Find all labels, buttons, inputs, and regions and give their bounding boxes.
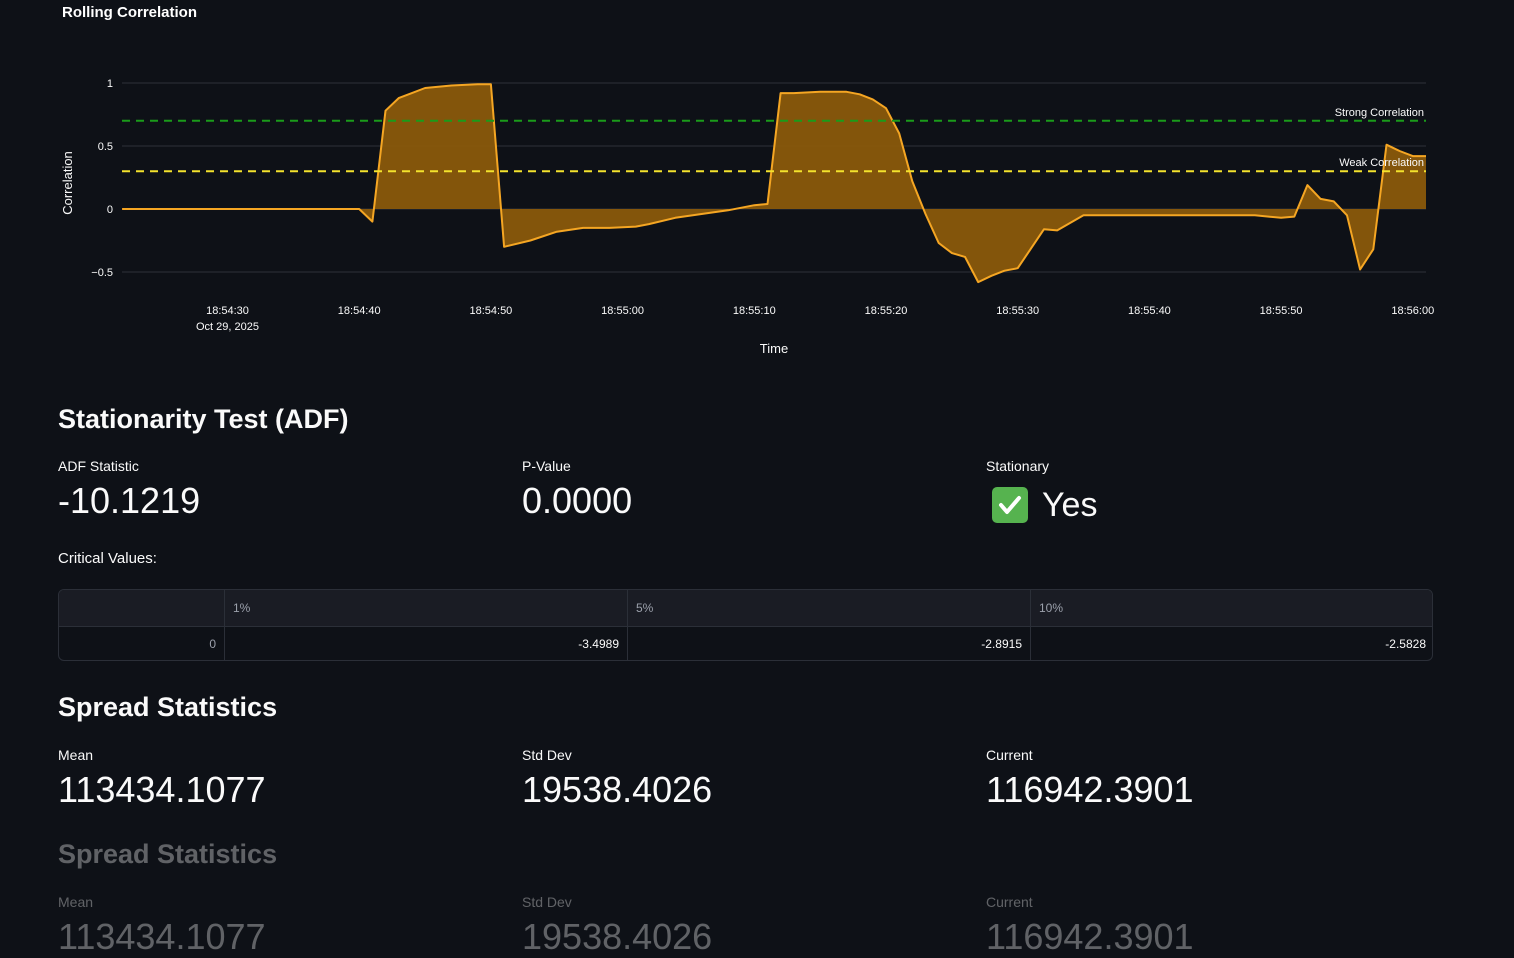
x-tick-label: 18:55:40 xyxy=(1128,305,1171,317)
adf-statistic-value: -10.1219 xyxy=(58,480,201,521)
spread-mean-label: Mean xyxy=(58,747,94,763)
x-tick-label: 18:56:00 xyxy=(1391,305,1434,317)
correlation-area xyxy=(122,84,1427,283)
spread-current-label: Current xyxy=(986,747,1033,763)
table-header-index xyxy=(59,590,224,626)
y-tick-label: −0.5 xyxy=(91,267,113,279)
stale-spread-current-label: Current xyxy=(986,894,1033,910)
adf-section-title: Stationarity Test (ADF) xyxy=(58,404,349,434)
x-tick-label: 18:55:50 xyxy=(1260,305,1303,317)
stale-spread-current-value: 116942.3901 xyxy=(986,916,1194,957)
y-tick-label: 0.5 xyxy=(98,141,113,153)
x-tick-label: 18:54:40 xyxy=(338,305,381,317)
x-tick-label: 18:55:30 xyxy=(996,305,1039,317)
critical-values-label: Critical Values: xyxy=(58,550,157,567)
table-header-5pct[interactable]: 5% xyxy=(627,590,1030,626)
spread-std-value: 19538.4026 xyxy=(522,769,713,810)
stale-spread-mean-value: 113434.1077 xyxy=(58,916,266,957)
rolling-correlation-chart[interactable]: 1 0.5 0 −0.5 18:54:30 18:54:40 18:54:50 18:55:0… xyxy=(0,0,1514,370)
table-cell-5pct: -2.8915 xyxy=(627,626,1030,660)
spread-mean-metric: Mean 113434.1077 xyxy=(58,747,498,811)
y-axis-title: Correlation xyxy=(60,151,75,215)
stationary-text: Yes xyxy=(1042,485,1098,524)
table-cell-index: 0 xyxy=(209,637,216,651)
stale-spread-mean-metric: Mean 113434.1077 xyxy=(58,894,498,958)
p-value-metric: P-Value 0.0000 xyxy=(522,458,962,522)
stationary-value: Yes xyxy=(986,482,1426,525)
x-axis-title: Time xyxy=(760,341,788,356)
table-header-1pct[interactable]: 1% xyxy=(224,590,627,626)
adf-statistic-label: ADF Statistic xyxy=(58,458,139,474)
critical-values-table[interactable]: 1% 5% 10% 0 -3.4989 -2.8915 -2.5828 xyxy=(58,589,1433,661)
spread-std-label: Std Dev xyxy=(522,747,572,763)
threshold-label: Strong Correlation xyxy=(1335,107,1424,119)
p-value-label: P-Value xyxy=(522,458,571,474)
x-tick-date-label: Oct 29, 2025 xyxy=(196,321,259,333)
stationary-label: Stationary xyxy=(986,458,1050,474)
stale-spread-title: Spread Statistics xyxy=(58,839,278,869)
y-tick-label: 0 xyxy=(107,204,113,216)
stale-spread-std-label: Std Dev xyxy=(522,894,572,910)
spread-std-metric: Std Dev 19538.4026 xyxy=(522,747,962,811)
x-tick-label: 18:54:30 xyxy=(206,305,249,317)
threshold-label: Weak Correlation xyxy=(1339,157,1424,169)
table-cell-10pct: -2.5828 xyxy=(1030,626,1432,660)
adf-statistic-metric: ADF Statistic -10.1219 xyxy=(58,458,498,522)
y-tick-label: 1 xyxy=(107,78,113,90)
x-tick-label: 18:55:20 xyxy=(865,305,908,317)
stale-spread-mean-label: Mean xyxy=(58,894,94,910)
table-header-row: 1% 5% 10% xyxy=(59,590,1432,627)
spread-current-metric: Current 116942.3901 xyxy=(986,747,1426,811)
table-row: 0 -3.4989 -2.8915 -2.5828 xyxy=(59,626,1432,660)
x-tick-label: 18:55:10 xyxy=(733,305,776,317)
spread-section-title: Spread Statistics xyxy=(58,692,278,722)
stationary-metric: Stationary Yes xyxy=(986,458,1426,525)
check-mark-button-icon xyxy=(992,487,1028,524)
table-header-10pct[interactable]: 10% xyxy=(1030,590,1432,626)
spread-mean-value: 113434.1077 xyxy=(58,769,266,810)
spread-current-value: 116942.3901 xyxy=(986,769,1194,810)
stale-spread-current-metric: Current 116942.3901 xyxy=(986,894,1426,958)
table-cell-1pct: -3.4989 xyxy=(224,626,627,660)
stale-spread-std-value: 19538.4026 xyxy=(522,916,713,957)
x-tick-label: 18:54:50 xyxy=(469,305,512,317)
x-tick-label: 18:55:00 xyxy=(601,305,644,317)
p-value-value: 0.0000 xyxy=(522,480,633,521)
stale-spread-std-metric: Std Dev 19538.4026 xyxy=(522,894,962,958)
